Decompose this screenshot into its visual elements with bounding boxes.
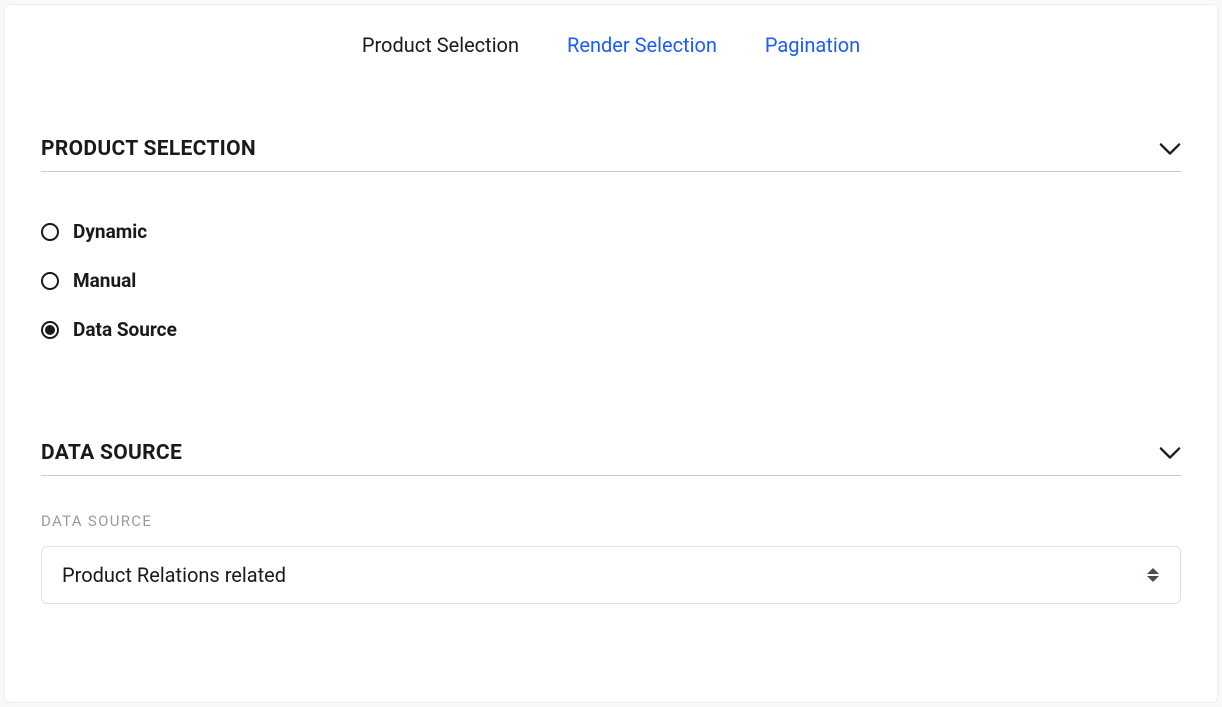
tab-product-selection[interactable]: Product Selection xyxy=(362,33,519,57)
chevron-down-icon[interactable] xyxy=(1159,446,1181,460)
section-header-product-selection[interactable]: PRODUCT SELECTION xyxy=(41,137,1181,172)
section-title: DATA SOURCE xyxy=(41,441,182,465)
radio-label: Data Source xyxy=(73,318,177,341)
selection-mode-radios: Dynamic Manual Data Source xyxy=(41,220,1181,341)
radio-dynamic[interactable]: Dynamic xyxy=(41,220,1181,243)
radio-data-source[interactable]: Data Source xyxy=(41,318,1181,341)
radio-icon xyxy=(41,321,59,339)
data-source-select[interactable]: Product Relations related xyxy=(41,546,1181,604)
radio-label: Manual xyxy=(73,269,136,292)
chevron-down-icon[interactable] xyxy=(1159,142,1181,156)
section-header-data-source[interactable]: DATA SOURCE xyxy=(41,441,1181,476)
tab-render-selection[interactable]: Render Selection xyxy=(567,33,717,57)
radio-icon xyxy=(41,272,59,290)
tab-pagination[interactable]: Pagination xyxy=(765,33,860,57)
field-label-data-source: DATA SOURCE xyxy=(41,512,1181,530)
radio-icon xyxy=(41,223,59,241)
tabs: Product Selection Render Selection Pagin… xyxy=(41,33,1181,57)
data-source-select-wrap: Product Relations related xyxy=(41,546,1181,604)
section-title: PRODUCT SELECTION xyxy=(41,137,256,161)
radio-manual[interactable]: Manual xyxy=(41,269,1181,292)
radio-label: Dynamic xyxy=(73,220,147,243)
settings-card: Product Selection Render Selection Pagin… xyxy=(4,4,1218,703)
